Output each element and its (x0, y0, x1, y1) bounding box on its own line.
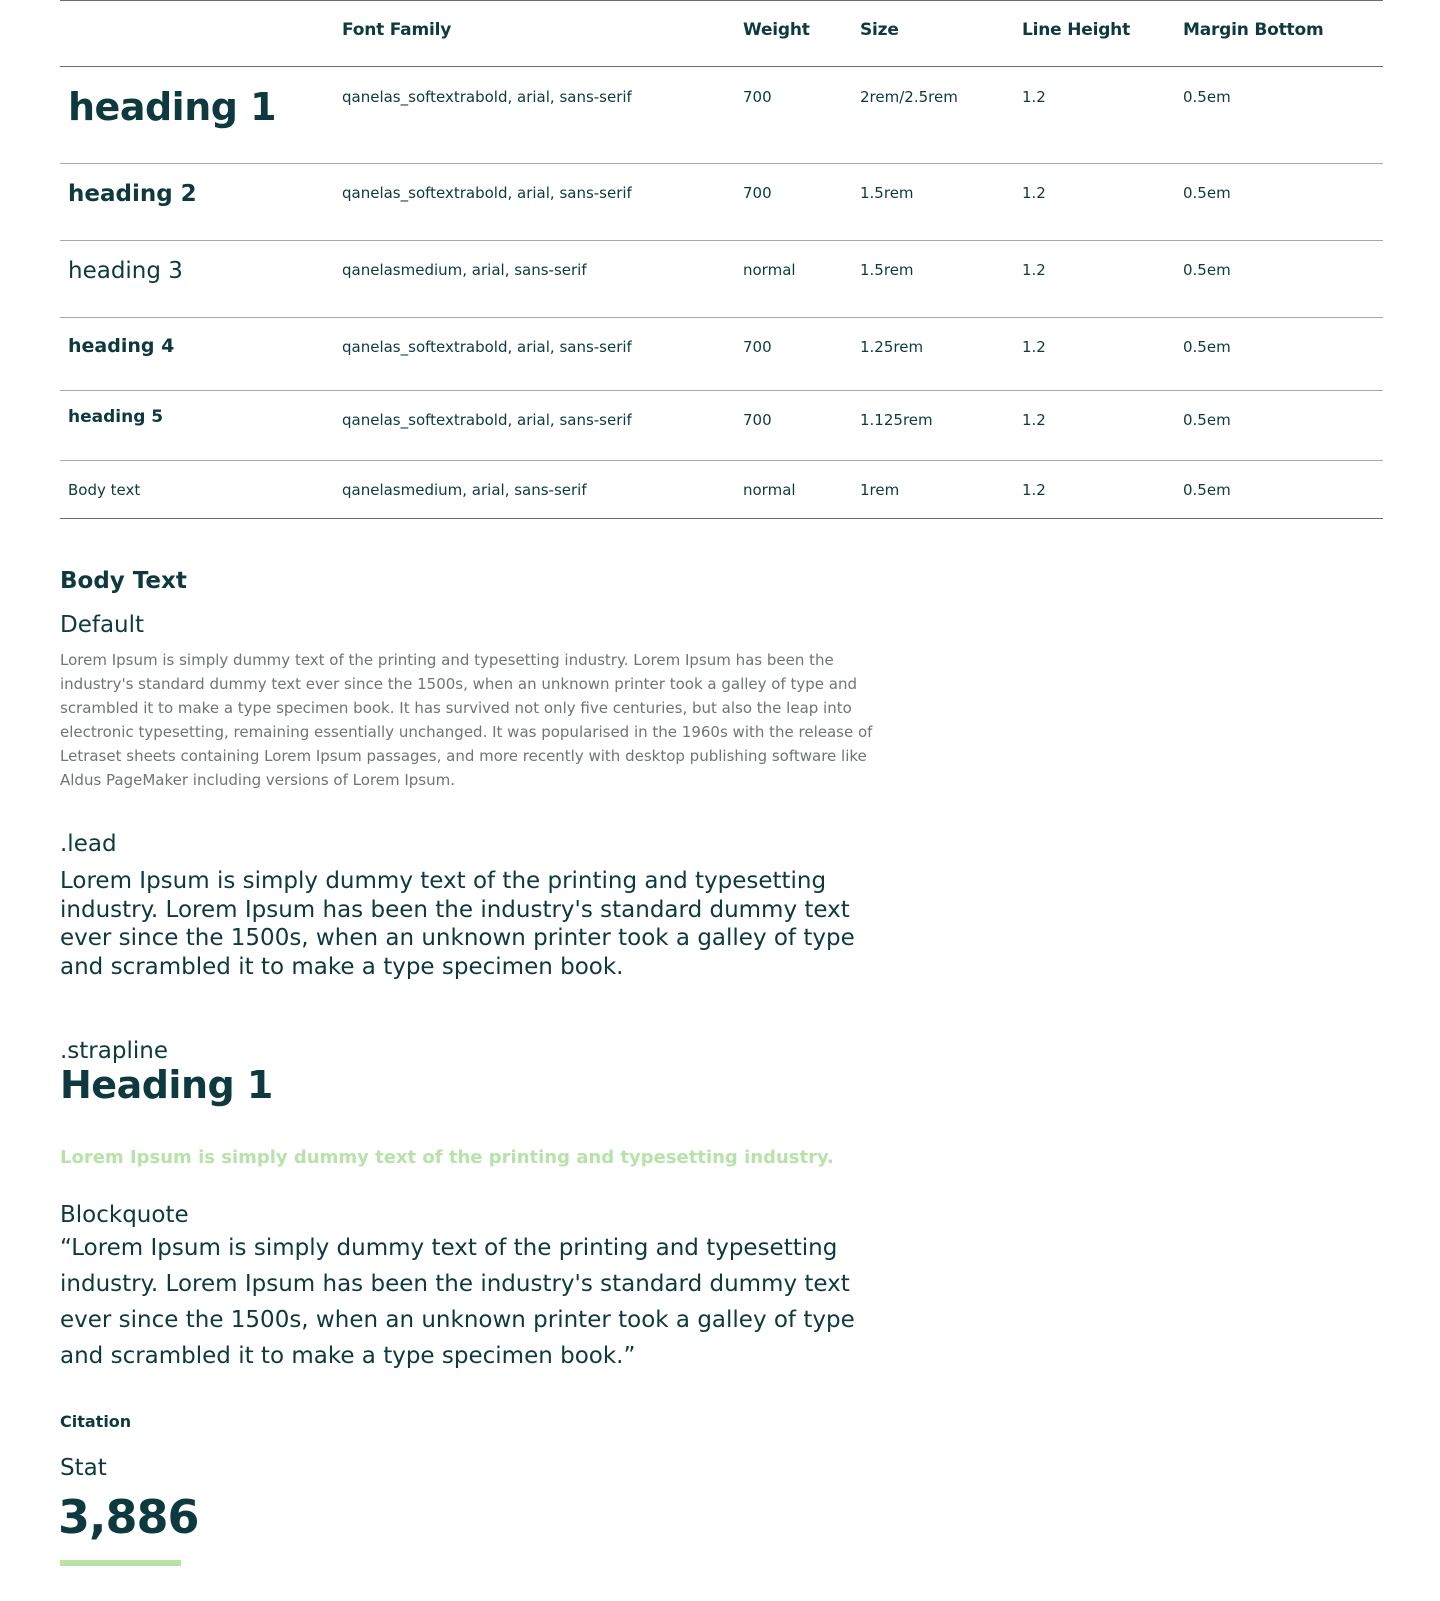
sample-cell: heading 3 (60, 241, 342, 318)
typography-table: Font Family Weight Size Line Height Marg… (60, 0, 1383, 519)
sample-heading-5: heading 5 (68, 407, 164, 427)
margin-bottom-cell: 0.5em (1183, 184, 1231, 202)
size-cell: 1.125rem (860, 411, 933, 429)
size-cell: 1rem (860, 481, 900, 499)
stat-value: 3,886 (58, 1490, 200, 1544)
header-size: Size (860, 20, 899, 40)
sample-heading-4: heading 4 (68, 335, 175, 357)
weight-cell: 700 (743, 411, 772, 429)
header-sample (60, 1, 342, 67)
margin-bottom-cell: 0.5em (1183, 88, 1231, 106)
default-label: Default (60, 612, 145, 638)
margin-bottom-cell: 0.5em (1183, 411, 1231, 429)
line-height-cell: 1.2 (1022, 481, 1046, 499)
sample-heading-2: heading 2 (68, 181, 197, 207)
stat-underline (60, 1560, 181, 1566)
font-family-cell: qanelas_softextrabold, arial, sans-serif (342, 338, 632, 356)
strapline-text: Lorem Ipsum is simply dummy text of the … (60, 1147, 834, 1168)
line-height-cell: 1.2 (1022, 88, 1046, 106)
font-family-cell: qanelasmedium, arial, sans-serif (342, 261, 587, 279)
line-height-cell: 1.2 (1022, 338, 1046, 356)
weight-cell: 700 (743, 338, 772, 356)
size-cell: 1.5rem (860, 184, 914, 202)
table-row: heading 1 qanelas_softextrabold, arial, … (60, 67, 1383, 164)
margin-bottom-cell: 0.5em (1183, 261, 1231, 279)
sample-heading-1: heading 1 (68, 85, 277, 129)
margin-bottom-cell: 0.5em (1183, 481, 1231, 499)
weight-cell: normal (743, 481, 796, 499)
weight-cell: normal (743, 261, 796, 279)
sample-cell: Body text (60, 461, 342, 519)
header-font-family: Font Family (342, 20, 452, 40)
font-family-cell: qanelas_softextrabold, arial, sans-serif (342, 184, 632, 202)
body-text-section-title: Body Text (60, 568, 187, 594)
sample-cell: heading 1 (60, 67, 342, 164)
table-header-row: Font Family Weight Size Line Height Marg… (60, 1, 1383, 67)
sample-cell: heading 4 (60, 318, 342, 391)
font-family-cell: qanelasmedium, arial, sans-serif (342, 481, 587, 499)
weight-cell: 700 (743, 88, 772, 106)
blockquote-text: “Lorem Ipsum is simply dummy text of the… (60, 1235, 855, 1369)
table-row: Body text qanelasmedium, arial, sans-ser… (60, 461, 1383, 519)
lead-paragraph: Lorem Ipsum is simply dummy text of the … (60, 868, 855, 980)
table-row: heading 5 qanelas_softextrabold, arial, … (60, 391, 1383, 461)
size-cell: 1.5rem (860, 261, 914, 279)
font-family-cell: qanelas_softextrabold, arial, sans-serif (342, 88, 632, 106)
citation: Citation (60, 1412, 132, 1431)
sample-body-text: Body text (68, 481, 141, 499)
default-paragraph: Lorem Ipsum is simply dummy text of the … (60, 651, 873, 789)
sample-cell: heading 5 (60, 391, 342, 461)
lead-label: .lead (60, 831, 117, 857)
margin-bottom-cell: 0.5em (1183, 338, 1231, 356)
blockquote-label: Blockquote (60, 1202, 189, 1228)
line-height-cell: 1.2 (1022, 411, 1046, 429)
sample-heading-3: heading 3 (68, 258, 183, 284)
size-cell: 2rem/2.5rem (860, 88, 958, 106)
typography-table-wrapper: Font Family Weight Size Line Height Marg… (60, 0, 1383, 519)
header-weight: Weight (743, 20, 810, 40)
table-row: heading 4 qanelas_softextrabold, arial, … (60, 318, 1383, 391)
font-family-cell: qanelas_softextrabold, arial, sans-serif (342, 411, 632, 429)
line-height-cell: 1.2 (1022, 184, 1046, 202)
strapline-label: .strapline (60, 1038, 168, 1064)
size-cell: 1.25rem (860, 338, 924, 356)
weight-cell: 700 (743, 184, 772, 202)
header-line-height: Line Height (1022, 20, 1130, 40)
strapline-heading: Heading 1 (60, 1063, 273, 1107)
table-row: heading 2 qanelas_softextrabold, arial, … (60, 164, 1383, 241)
line-height-cell: 1.2 (1022, 261, 1046, 279)
header-margin-bottom: Margin Bottom (1183, 20, 1324, 40)
sample-cell: heading 2 (60, 164, 342, 241)
table-row: heading 3 qanelasmedium, arial, sans-ser… (60, 241, 1383, 318)
stat-label: Stat (60, 1455, 107, 1481)
